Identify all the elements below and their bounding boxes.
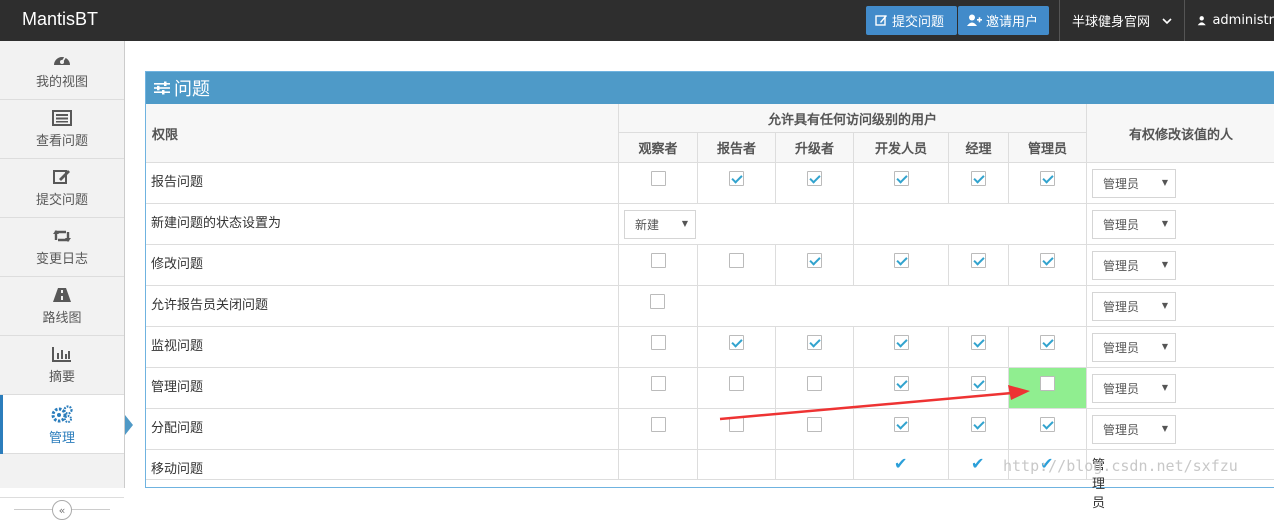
collapse-button[interactable]: « (52, 500, 72, 520)
annotation-arrow (719, 385, 1030, 421)
sidebar-collapse: « (0, 497, 124, 529)
